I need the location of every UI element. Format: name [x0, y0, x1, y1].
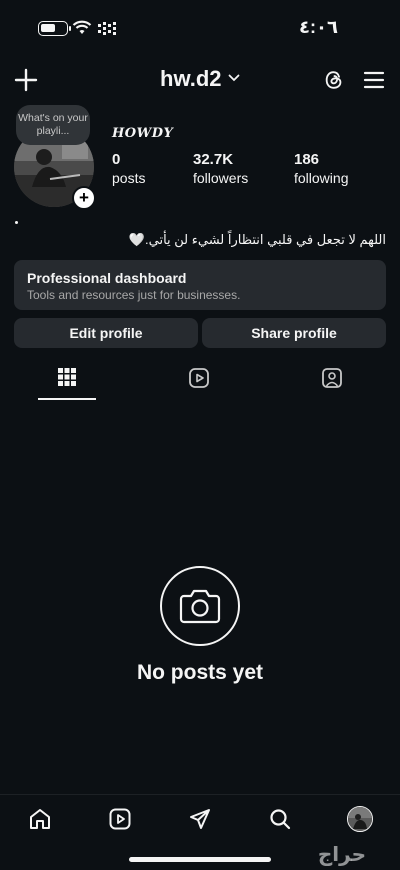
home-icon — [30, 809, 50, 829]
posts-count: 0 — [112, 151, 121, 168]
followers-stat[interactable]: 32.7K followers — [193, 151, 248, 186]
status-bar: ٤:٠٦ — [0, 0, 400, 50]
share-profile-button[interactable]: Share profile — [202, 318, 386, 348]
profile-header: hw.d2 — [0, 60, 400, 100]
username: hw.d2 — [160, 66, 222, 91]
posts-label: posts — [112, 170, 146, 186]
profile-photo-small — [348, 807, 372, 831]
nav-reels[interactable] — [106, 805, 134, 833]
edit-profile-button[interactable]: Edit profile — [14, 318, 198, 348]
profile-tabs — [0, 362, 400, 400]
battery-icon — [38, 21, 71, 36]
tab-tagged[interactable] — [303, 362, 361, 400]
following-label: following — [294, 170, 349, 186]
empty-state-text: No posts yet — [136, 661, 264, 684]
signal-icon — [98, 22, 116, 35]
profile-avatar-area: What's on your playli... + — [14, 105, 96, 210]
nav-search[interactable] — [266, 805, 294, 833]
camera-circle — [160, 566, 240, 646]
reels-icon — [109, 808, 131, 830]
posts-stat: 0 posts — [112, 151, 145, 186]
bottom-navigation — [0, 794, 400, 840]
following-count: 186 — [294, 151, 320, 168]
nav-home[interactable] — [26, 805, 54, 833]
tab-posts-grid[interactable] — [38, 362, 96, 400]
plus-icon: + — [79, 188, 89, 207]
chevron-down-icon — [228, 74, 240, 82]
tab-reels[interactable] — [170, 362, 228, 400]
threads-icon — [325, 71, 342, 89]
add-story-button[interactable]: + — [72, 186, 96, 210]
camera-icon — [179, 589, 221, 624]
profile-avatar-icon — [347, 806, 373, 832]
home-indicator — [129, 857, 271, 862]
menu-button[interactable] — [360, 66, 388, 94]
grid-icon — [58, 368, 76, 386]
search-icon — [270, 809, 291, 830]
display-name: HOWDY — [112, 126, 174, 141]
followers-label: followers — [193, 170, 249, 186]
status-time: ٤:٠٦ — [299, 17, 338, 37]
dashboard-title: Professional dashboard — [27, 270, 187, 286]
nav-profile[interactable] — [346, 805, 374, 833]
wifi-icon — [72, 20, 92, 34]
bio-dot — [15, 221, 18, 224]
dashboard-subtitle: Tools and resources just for businesses. — [27, 288, 241, 302]
bio-text: اللهم لا تجعل في قلبي انتظاراً لشيء لن ي… — [128, 232, 386, 247]
send-icon — [190, 809, 210, 829]
watermark-logo: حراج — [317, 844, 366, 866]
tagged-person-icon — [322, 368, 342, 388]
followers-count: 32.7K — [193, 151, 234, 168]
hamburger-menu-icon — [363, 71, 385, 89]
note-bubble[interactable]: What's on your playli... — [16, 105, 90, 145]
following-stat[interactable]: 186 following — [294, 151, 348, 186]
professional-dashboard[interactable]: Professional dashboard Tools and resourc… — [14, 260, 386, 310]
nav-direct[interactable] — [186, 805, 214, 833]
threads-button[interactable] — [320, 66, 348, 94]
reels-icon — [189, 368, 209, 388]
